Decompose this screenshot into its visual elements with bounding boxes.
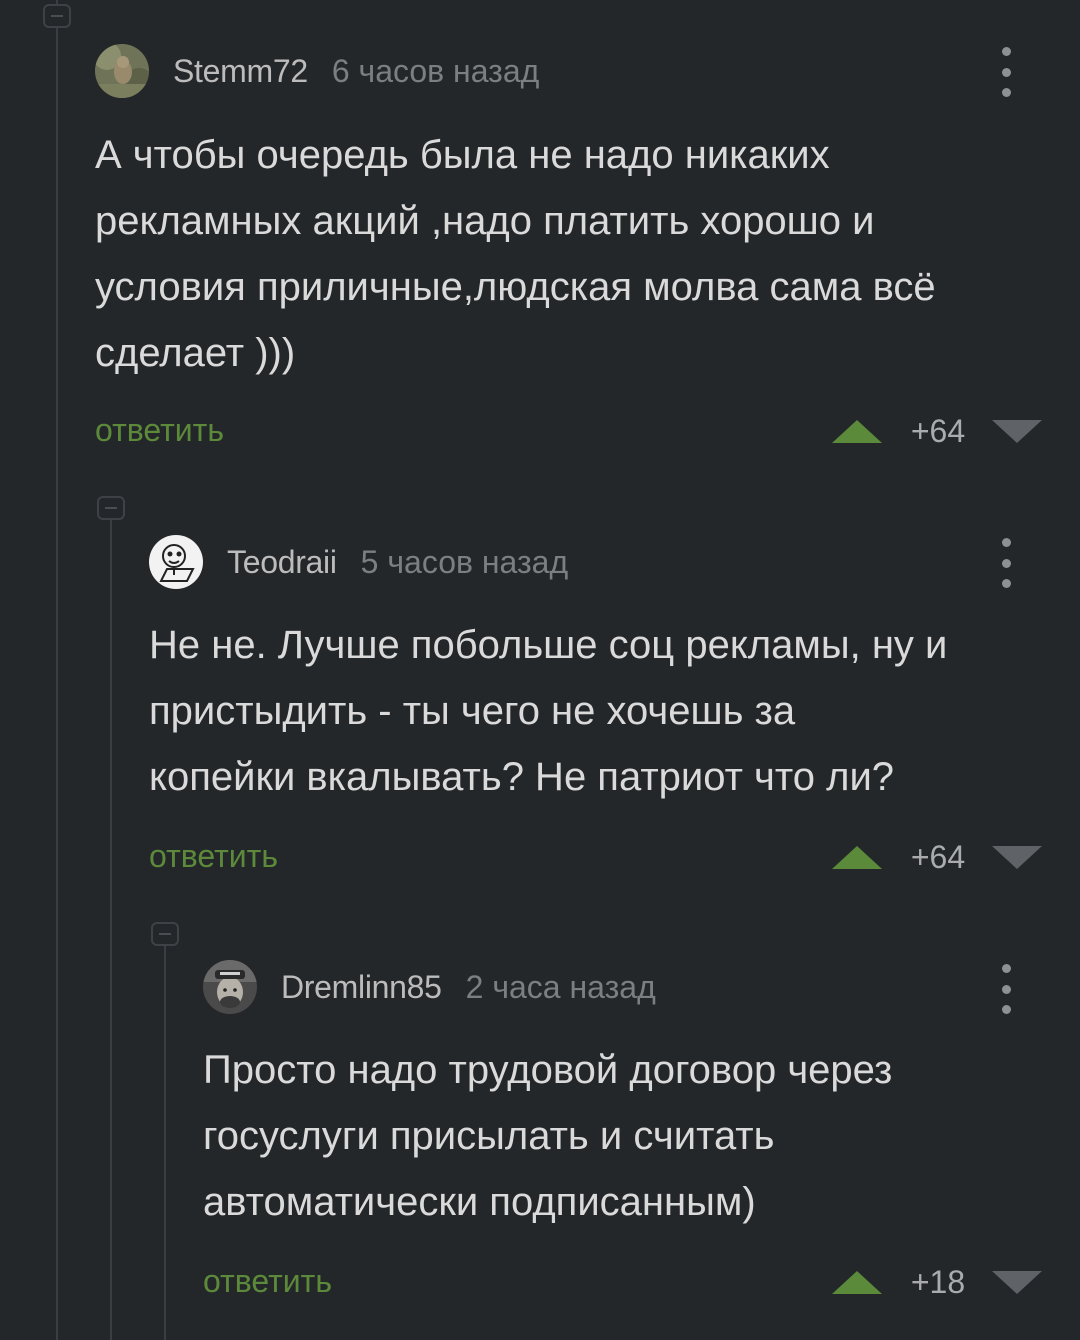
rating-score: +18 xyxy=(910,1263,966,1300)
reply-button[interactable]: ответить xyxy=(149,838,278,875)
username[interactable]: Dremlinn85 xyxy=(281,969,442,1006)
upvote-icon[interactable] xyxy=(832,419,882,443)
vote-controls: +64 xyxy=(832,411,1042,451)
comment-text: Не не. Лучше побольше соц рекламы, ну и … xyxy=(149,623,948,799)
squirrel-photo-avatar-icon xyxy=(95,44,149,98)
thread-line-level-1 xyxy=(56,0,58,1340)
downvote-icon[interactable] xyxy=(992,419,1042,443)
username[interactable]: Teodraii xyxy=(227,544,337,581)
reply-button[interactable]: ответить xyxy=(95,412,224,449)
username[interactable]: Stemm72 xyxy=(173,53,308,90)
upvote-icon[interactable] xyxy=(832,1270,882,1294)
more-options-icon[interactable] xyxy=(999,538,1013,588)
timestamp: 6 часов назад xyxy=(331,52,540,89)
user-avatar[interactable] xyxy=(95,44,149,98)
comment-header: Teodraii 5 часов назад xyxy=(149,535,568,589)
rating-score: +64 xyxy=(910,412,966,449)
rating-score: +64 xyxy=(910,838,966,875)
downvote-icon[interactable] xyxy=(992,845,1042,869)
reply-button[interactable]: ответить xyxy=(203,1263,332,1300)
timestamp: 2 часа назад xyxy=(465,968,656,1005)
user-avatar[interactable] xyxy=(149,535,203,589)
comment-text: А чтобы очередь была не надо никаких рек… xyxy=(95,133,936,375)
more-options-icon[interactable] xyxy=(999,964,1013,1014)
cartoon-laptop-avatar-icon xyxy=(149,535,203,589)
more-options-icon[interactable] xyxy=(999,47,1013,97)
comment-header: Dremlinn85 2 часа назад xyxy=(203,960,656,1014)
upvote-icon[interactable] xyxy=(832,845,882,869)
vote-controls: +18 xyxy=(832,1262,1042,1302)
timestamp: 5 часов назад xyxy=(360,543,569,580)
collapse-toggle-level-3[interactable] xyxy=(151,922,179,946)
man-with-hat-avatar-icon xyxy=(203,960,257,1014)
thread-line-level-2 xyxy=(110,520,112,1340)
comment-header: Stemm72 6 часов назад xyxy=(95,44,539,98)
user-avatar[interactable] xyxy=(203,960,257,1014)
collapse-toggle-level-1[interactable] xyxy=(43,4,71,28)
vote-controls: +64 xyxy=(832,837,1042,877)
collapse-toggle-level-2[interactable] xyxy=(97,496,125,520)
thread-line-level-3 xyxy=(164,946,166,1340)
downvote-icon[interactable] xyxy=(992,1270,1042,1294)
comment-text: Просто надо трудовой договор через госус… xyxy=(203,1048,893,1224)
